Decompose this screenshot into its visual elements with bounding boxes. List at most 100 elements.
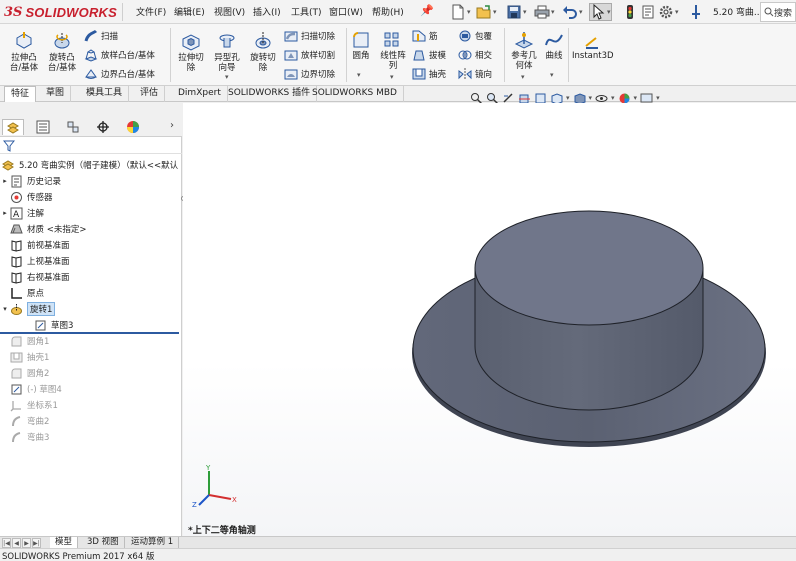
wrap-button[interactable]: 包覆 — [458, 29, 492, 43]
sketch-icon — [34, 319, 47, 332]
pin-toolbar-button[interactable] — [688, 3, 704, 21]
tab-sketch[interactable]: 草图 — [40, 86, 72, 102]
cursor-arrow-icon — [593, 4, 605, 20]
menu-window[interactable]: 窗口(W) — [329, 5, 363, 18]
search-placeholder: 搜索 — [774, 8, 793, 19]
loft-cut-icon — [284, 50, 298, 61]
reference-triad[interactable]: Y X Z — [189, 463, 239, 508]
tree-item-plane[interactable]: 上视基准面 — [0, 253, 182, 269]
tree-item-plane[interactable]: 前视基准面 — [0, 237, 182, 253]
tree-item-plane[interactable]: 右视基准面 — [0, 269, 182, 285]
prev-tab-icon[interactable]: ◀ — [12, 538, 21, 548]
rib-button[interactable]: 筋 — [412, 29, 438, 43]
curves-button[interactable]: 曲线 ▾ — [542, 30, 566, 79]
extrude-cut-button[interactable]: 拉伸切 除 — [174, 30, 208, 73]
file-properties-button[interactable] — [640, 3, 656, 21]
dimxpertmanager-tab[interactable] — [92, 119, 114, 135]
loft-boss-button[interactable]: 放样凸台/基体 — [84, 48, 155, 62]
configurationmanager-tab[interactable] — [62, 119, 84, 135]
tab-solidworks-mbd[interactable]: SOLIDWORKS MBD — [306, 86, 404, 102]
tree-item-sensor[interactable]: 传感器 — [0, 189, 182, 205]
tree-item-coordinate[interactable]: 坐标系1 — [0, 397, 182, 413]
boundary-boss-button[interactable]: 边界凸台/基体 — [84, 67, 155, 81]
new-document-button[interactable]: ▾ — [450, 3, 471, 21]
loft-cut-button[interactable]: 放样切割 — [284, 48, 335, 62]
boundary-boss-label: 边界凸台/基体 — [101, 70, 155, 80]
tab-dimxpert[interactable]: DimXpert — [172, 86, 228, 102]
undo-button[interactable]: ▾ — [562, 3, 583, 21]
expand-arrow-icon[interactable]: ▸ — [0, 177, 10, 185]
boundary-cut-button[interactable]: 边界切除 — [284, 67, 335, 81]
tab-features[interactable]: 特征 — [4, 86, 37, 102]
tab-mold-tools[interactable]: 模具工具 — [80, 86, 130, 102]
first-tab-icon[interactable]: |◀ — [2, 538, 11, 548]
extrude-boss-button[interactable]: 拉伸凸 台/基体 — [6, 30, 42, 73]
menu-view[interactable]: 视图(V) — [214, 5, 245, 18]
revolve-boss-button[interactable]: 旋转凸 台/基体 — [44, 30, 80, 73]
menu-edit[interactable]: 编辑(E) — [174, 5, 205, 18]
menu-help[interactable]: 帮助(H) — [372, 5, 404, 18]
draft-button[interactable]: 拔模 — [412, 48, 446, 62]
tab-solidworks-addins[interactable]: SOLIDWORKS 插件 — [222, 86, 318, 102]
tree-item-sketch[interactable]: 草图3 — [0, 317, 182, 333]
propertymanager-tab[interactable] — [32, 119, 54, 135]
tree-item-annotation[interactable]: ▸ A 注解 — [0, 205, 182, 221]
menu-tools[interactable]: 工具(T) — [291, 5, 322, 18]
search-input[interactable]: 搜索 — [760, 2, 796, 22]
expand-arrow-icon[interactable]: ▸ — [0, 209, 10, 217]
tree-item-revolve[interactable]: ▾ 旋转1 — [0, 301, 182, 317]
tree-root-part[interactable]: 5.20 弯曲实例（帽子建模）（默认<<默认 — [0, 157, 182, 173]
tree-item-fillet[interactable]: 圆角2 — [0, 365, 182, 381]
expand-arrow-icon[interactable]: ▾ — [0, 305, 10, 313]
revolve-cut-icon — [255, 32, 271, 49]
hole-wizard-label: 异型孔 向导 — [214, 53, 240, 73]
menu-file[interactable]: 文件(F) — [136, 5, 166, 18]
fillet-button[interactable]: 圆角 ▾ — [350, 30, 372, 79]
linear-pattern-button[interactable]: 线性阵 列 ▾ — [376, 30, 410, 81]
tree-item-shell[interactable]: 抽壳1 — [0, 349, 182, 365]
hat-model[interactable] — [183, 103, 796, 536]
last-tab-icon[interactable]: ▶| — [32, 538, 41, 548]
ds-logo-mark: 3S — [4, 4, 23, 20]
select-button[interactable]: ▾ — [589, 3, 612, 21]
rollback-bar[interactable] — [0, 332, 179, 334]
displaymanager-tab[interactable] — [122, 119, 144, 135]
tree-item-origin[interactable]: 原点 — [0, 285, 182, 301]
options-button[interactable]: ▾ — [658, 3, 679, 21]
open-button[interactable]: ▾ — [476, 3, 497, 21]
menu-insert[interactable]: 插入(I) — [253, 5, 281, 18]
instant3d-button[interactable]: Instant3D — [572, 36, 614, 61]
sweep-cut-button[interactable]: 扫描切除 — [284, 29, 335, 43]
rebuild-button[interactable] — [622, 3, 638, 21]
intersect-button[interactable]: 相交 — [458, 48, 492, 62]
filter-funnel-icon[interactable] — [3, 140, 15, 152]
panel-scroll-right-icon[interactable]: › — [170, 120, 174, 131]
next-tab-icon[interactable]: ▶ — [22, 538, 31, 548]
tree-item-history[interactable]: ▸ 历史记录 — [0, 173, 182, 189]
tree-item-flex[interactable]: 弯曲3 — [0, 429, 182, 445]
tree-item-sketch[interactable]: (-) 草图4 — [0, 381, 182, 397]
loft-boss-icon — [84, 49, 98, 62]
hole-wizard-button[interactable]: 异型孔 向导 ▾ — [210, 30, 244, 81]
featuremanager-icon — [7, 121, 19, 134]
graphics-viewport[interactable]: Y X Z — [183, 103, 796, 536]
featuremanager-tab[interactable] — [2, 119, 24, 135]
pin-icon[interactable]: 📌 — [420, 4, 434, 17]
command-separator — [568, 28, 569, 82]
revolve-cut-button[interactable]: 旋转切 除 — [246, 30, 280, 73]
plane-icon — [10, 255, 23, 268]
mirror-icon — [458, 68, 472, 80]
save-button[interactable]: ▾ — [506, 3, 527, 21]
print-button[interactable]: ▾ — [534, 3, 555, 21]
sweep-button[interactable]: 扫描 — [84, 29, 118, 43]
tree-item-flex[interactable]: 弯曲2 — [0, 413, 182, 429]
tab-evaluate[interactable]: 评估 — [134, 86, 166, 102]
tree-item-fillet[interactable]: 圆角1 — [0, 333, 182, 349]
mirror-button[interactable]: 镜向 — [458, 67, 492, 81]
command-separator — [504, 28, 505, 82]
solidworks-logo[interactable]: 3S SOLIDWORKS — [4, 3, 117, 21]
sweep-cut-icon — [284, 31, 298, 42]
shell-button[interactable]: 抽壳 — [412, 67, 446, 81]
tree-item-material[interactable]: 材质 <未指定> — [0, 221, 182, 237]
reference-geometry-button[interactable]: 参考几 何体 ▾ — [508, 30, 540, 81]
